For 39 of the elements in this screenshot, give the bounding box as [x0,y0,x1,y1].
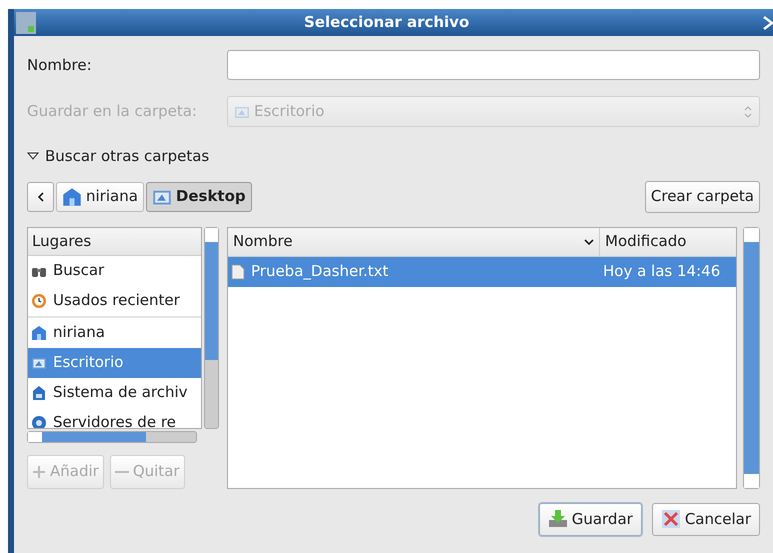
column-header[interactable]: Nombre [228,228,600,256]
back-button[interactable] [27,182,54,212]
path-button[interactable]: niriana [56,182,144,212]
place-item[interactable]: Sistema de archiv [28,378,201,408]
place-item[interactable]: Escritorio [28,348,201,378]
cancel-button[interactable]: Cancelar [652,502,760,536]
cross-icon [660,509,681,529]
place-item[interactable]: niriana [28,318,201,348]
close-icon[interactable] [763,16,773,30]
document-icon [231,264,245,280]
folder-label: Guardar en la carpeta: [27,101,198,122]
window-icon [16,12,36,34]
home-folder-icon [62,186,82,206]
sort-down-icon [584,238,594,246]
places-header: Lugares [28,228,201,256]
create-folder-button[interactable]: Crear carpeta [644,180,760,212]
place-item[interactable]: Usados recienter [28,286,201,316]
horizontal-scrollbar[interactable] [27,430,197,442]
name-label: Nombre: [27,54,93,76]
drive-icon [31,384,47,400]
file-row[interactable]: Prueba_Dasher.txt Hoy a las 14:46 [228,256,736,286]
name-field[interactable] [227,50,760,80]
path-button[interactable]: Desktop [146,182,252,212]
vertical-scrollbar[interactable] [204,226,219,428]
download-icon [548,509,568,529]
chevron-left-icon [36,192,44,202]
expander[interactable]: Buscar otras carpetas [27,145,210,168]
file-list-scrollbar[interactable] [743,226,760,488]
clock-icon [31,292,47,308]
triangle-icon [27,151,39,162]
spinner-arrows-icon [743,104,753,120]
home-folder-icon [31,324,47,340]
plus-icon [32,464,46,478]
place-item[interactable]: Servidores de re [28,408,201,428]
save-button[interactable]: Guardar [538,502,642,536]
column-header[interactable]: Modificado [600,228,736,256]
network-icon [31,414,47,428]
place-item[interactable]: Buscar [28,256,201,286]
window-title: Seleccionar archivo [304,12,470,34]
